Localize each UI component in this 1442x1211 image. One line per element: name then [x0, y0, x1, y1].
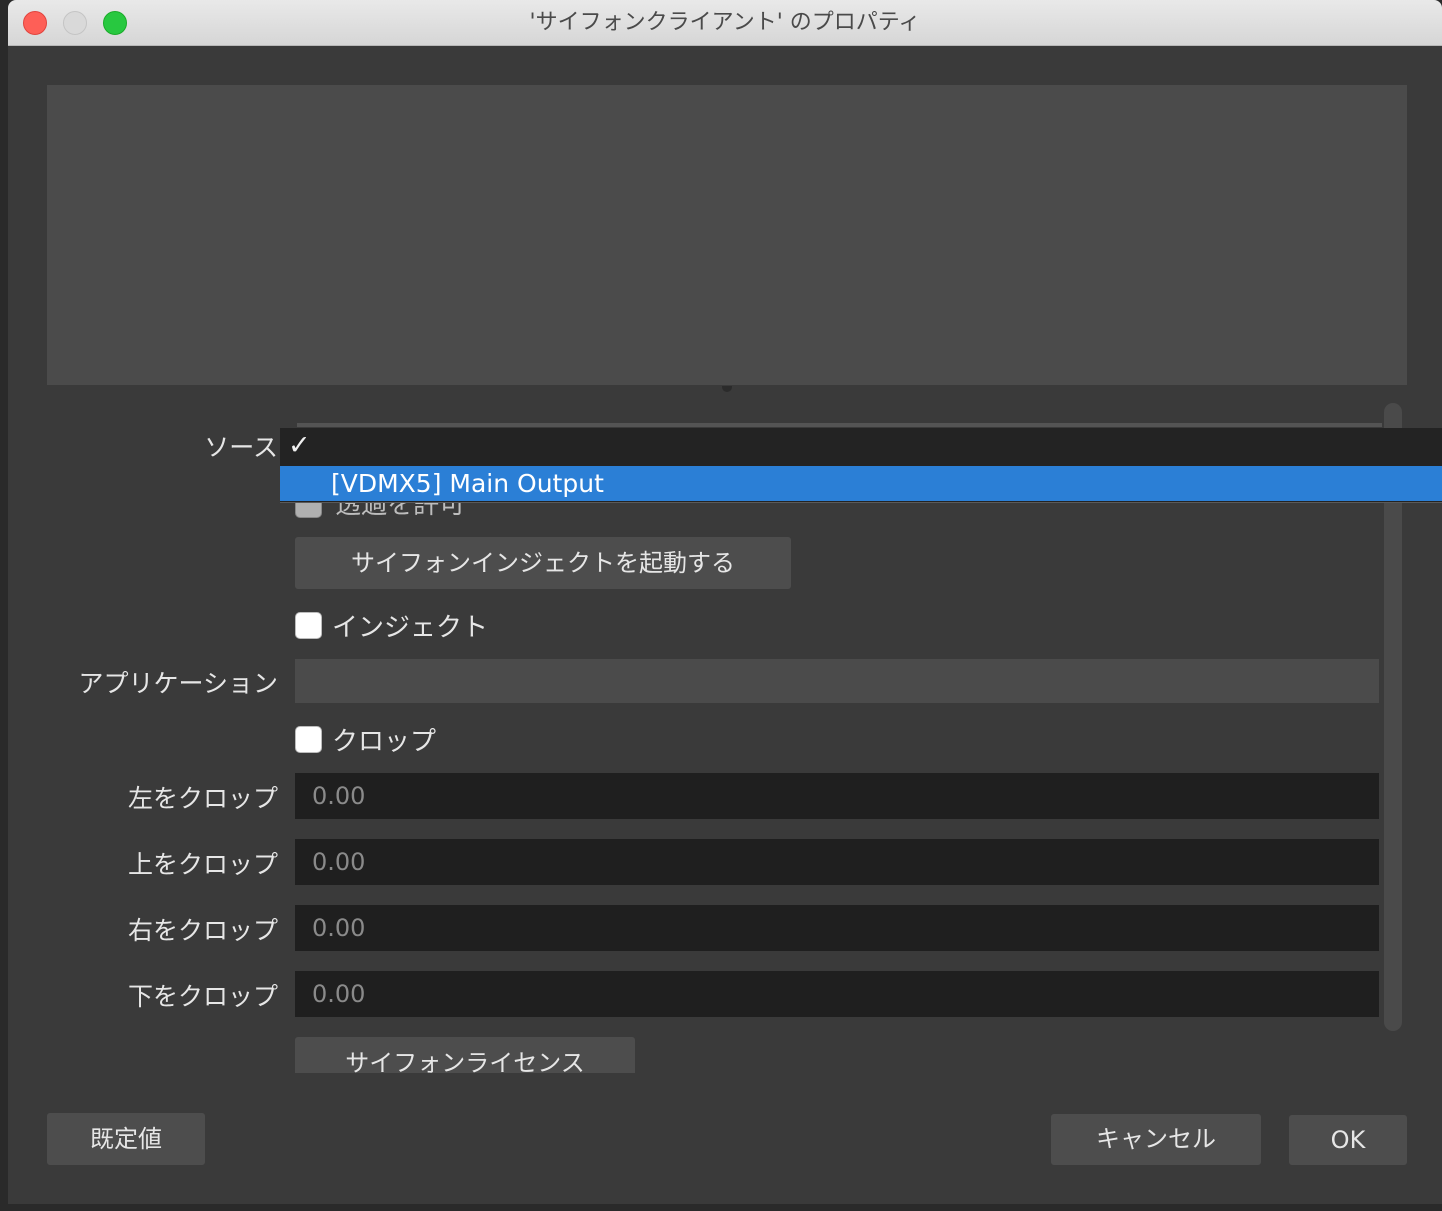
crop-top-label: 上をクロップ: [127, 850, 278, 879]
application-field[interactable]: [295, 659, 1379, 703]
crop-label: クロップ: [332, 726, 437, 757]
crop-right-label: 右をクロップ: [127, 916, 278, 945]
defaults-button[interactable]: 既定値: [47, 1113, 205, 1165]
scroll-clip: サイフォンライセンス: [295, 1037, 635, 1073]
ok-button[interactable]: OK: [1289, 1115, 1407, 1165]
splitter-handle[interactable]: [722, 386, 732, 392]
inject-checkbox[interactable]: [295, 611, 322, 639]
crop-top-input[interactable]: 0.00: [295, 839, 1379, 885]
properties-dialog: 'サイフォンクライアント' のプロパティ ソース 透過を許可 サイフォンインジェ…: [8, 0, 1442, 1204]
window-title: 'サイフォンクライアント' のプロパティ: [529, 10, 921, 35]
inject-label: インジェクト: [332, 612, 489, 643]
preview-area: [47, 85, 1407, 385]
crop-right-input[interactable]: 0.00: [295, 905, 1379, 951]
crop-row[interactable]: クロップ: [295, 724, 436, 757]
title-bar: 'サイフォンクライアント' のプロパティ: [8, 0, 1442, 46]
source-label: ソース: [204, 433, 278, 462]
source-dropdown-menu: ✓ [VDMX5] Main Output: [280, 428, 1442, 503]
license-button[interactable]: サイフォンライセンス: [295, 1037, 635, 1073]
launch-inject-button[interactable]: サイフォンインジェクトを起動する: [295, 537, 791, 589]
checkmark-icon: ✓: [288, 430, 311, 461]
crop-bottom-label: 下をクロップ: [127, 982, 278, 1011]
application-label: アプリケーション: [78, 669, 278, 698]
source-dropdown[interactable]: [297, 423, 1382, 427]
crop-left-label: 左をクロップ: [127, 784, 278, 813]
crop-checkbox[interactable]: [295, 725, 322, 753]
crop-left-input[interactable]: 0.00: [295, 773, 1379, 819]
crop-bottom-input[interactable]: 0.00: [295, 971, 1379, 1017]
cancel-button[interactable]: キャンセル: [1051, 1114, 1261, 1165]
source-option-vdmx5-main-output[interactable]: [VDMX5] Main Output: [280, 466, 1442, 501]
inject-row[interactable]: インジェクト: [295, 610, 488, 643]
